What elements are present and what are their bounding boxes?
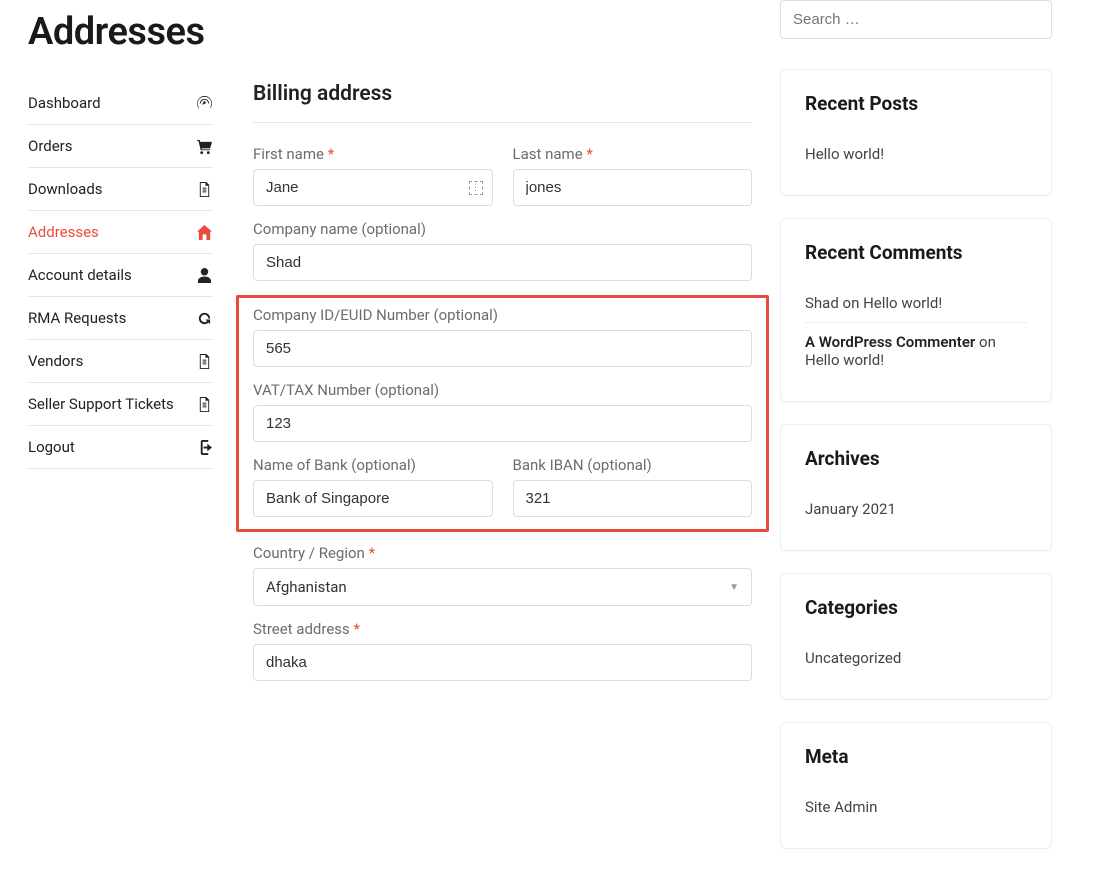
bank-iban-label: Bank IBAN (optional)	[513, 456, 753, 474]
nav-item-rma-requests[interactable]: RMA Requests	[28, 297, 213, 340]
widget-title: Recent Posts	[805, 92, 1027, 115]
nav-item-addresses[interactable]: Addresses	[28, 211, 213, 254]
first-name-input[interactable]	[253, 169, 493, 206]
refresh-icon	[197, 310, 213, 326]
home-icon	[197, 224, 213, 240]
vat-number-label: VAT/TAX Number (optional)	[253, 381, 752, 399]
nav-item-dashboard[interactable]: Dashboard	[28, 82, 213, 125]
street-input[interactable]	[253, 644, 752, 681]
dashboard-icon	[197, 95, 213, 111]
widget-recent-comments: Recent Comments Shad on Hello world! A W…	[780, 218, 1052, 402]
widget-meta: Meta Site Admin	[780, 722, 1052, 849]
widget-title: Archives	[805, 447, 1027, 470]
nav-label: Downloads	[28, 180, 103, 198]
nav-label: RMA Requests	[28, 309, 126, 327]
bank-iban-input[interactable]	[513, 480, 753, 517]
document-icon	[197, 181, 213, 197]
meta-link[interactable]: Site Admin	[805, 788, 1027, 826]
last-name-label: Last name *	[513, 145, 753, 163]
vat-number-input[interactable]	[253, 405, 752, 442]
nav-label: Orders	[28, 137, 73, 155]
autofill-icon: ⋮	[469, 181, 483, 195]
cart-icon	[197, 138, 213, 154]
company-name-input[interactable]	[253, 244, 752, 281]
document-icon	[197, 396, 213, 412]
widget-archives: Archives January 2021	[780, 424, 1052, 551]
bank-name-input[interactable]	[253, 480, 493, 517]
comment-author[interactable]: Shad	[805, 294, 839, 312]
nav-label: Logout	[28, 438, 75, 456]
comment-post-link[interactable]: Hello world!	[805, 351, 884, 369]
widget-title: Recent Comments	[805, 241, 1027, 264]
category-link[interactable]: Uncategorized	[805, 639, 1027, 677]
user-icon	[197, 267, 213, 283]
nav-label: Addresses	[28, 223, 99, 241]
nav-label: Vendors	[28, 352, 83, 370]
nav-item-account-details[interactable]: Account details	[28, 254, 213, 297]
nav-item-downloads[interactable]: Downloads	[28, 168, 213, 211]
widget-title: Meta	[805, 745, 1027, 768]
bank-name-label: Name of Bank (optional)	[253, 456, 493, 474]
company-id-label: Company ID/EUID Number (optional)	[253, 306, 752, 324]
street-label: Street address *	[253, 620, 752, 638]
nav-label: Seller Support Tickets	[28, 395, 174, 413]
first-name-label: First name *	[253, 145, 493, 163]
comment-author[interactable]: A WordPress Commenter	[805, 333, 975, 351]
nav-item-vendors[interactable]: Vendors	[28, 340, 213, 383]
section-title: Billing address	[253, 82, 752, 123]
nav-item-seller-support[interactable]: Seller Support Tickets	[28, 383, 213, 426]
account-nav: Dashboard Orders Downloads Addresses	[28, 82, 213, 695]
nav-label: Dashboard	[28, 94, 101, 112]
widget-categories: Categories Uncategorized	[780, 573, 1052, 700]
comment-item: A WordPress Commenter on Hello world!	[805, 322, 1027, 379]
page-title: Addresses	[28, 10, 752, 54]
country-label: Country / Region *	[253, 544, 752, 562]
recent-post-link[interactable]: Hello world!	[805, 135, 1027, 173]
archive-link[interactable]: January 2021	[805, 490, 1027, 528]
last-name-input[interactable]	[513, 169, 753, 206]
company-name-label: Company name (optional)	[253, 220, 752, 238]
country-select[interactable]: Afghanistan ▼	[253, 568, 752, 606]
nav-label: Account details	[28, 266, 132, 284]
widget-title: Categories	[805, 596, 1027, 619]
country-value: Afghanistan	[266, 578, 347, 596]
highlight-box: Company ID/EUID Number (optional) VAT/TA…	[236, 295, 769, 532]
company-id-input[interactable]	[253, 330, 752, 367]
logout-icon	[197, 439, 213, 455]
comment-item: Shad on Hello world!	[805, 284, 1027, 322]
chevron-down-icon: ▼	[729, 582, 739, 593]
nav-item-orders[interactable]: Orders	[28, 125, 213, 168]
widget-recent-posts: Recent Posts Hello world!	[780, 69, 1052, 196]
nav-item-logout[interactable]: Logout	[28, 426, 213, 469]
sidebar: Recent Posts Hello world! Recent Comment…	[780, 0, 1080, 871]
comment-post-link[interactable]: Hello world!	[863, 294, 942, 312]
search-input[interactable]	[780, 0, 1052, 39]
document-icon	[197, 353, 213, 369]
